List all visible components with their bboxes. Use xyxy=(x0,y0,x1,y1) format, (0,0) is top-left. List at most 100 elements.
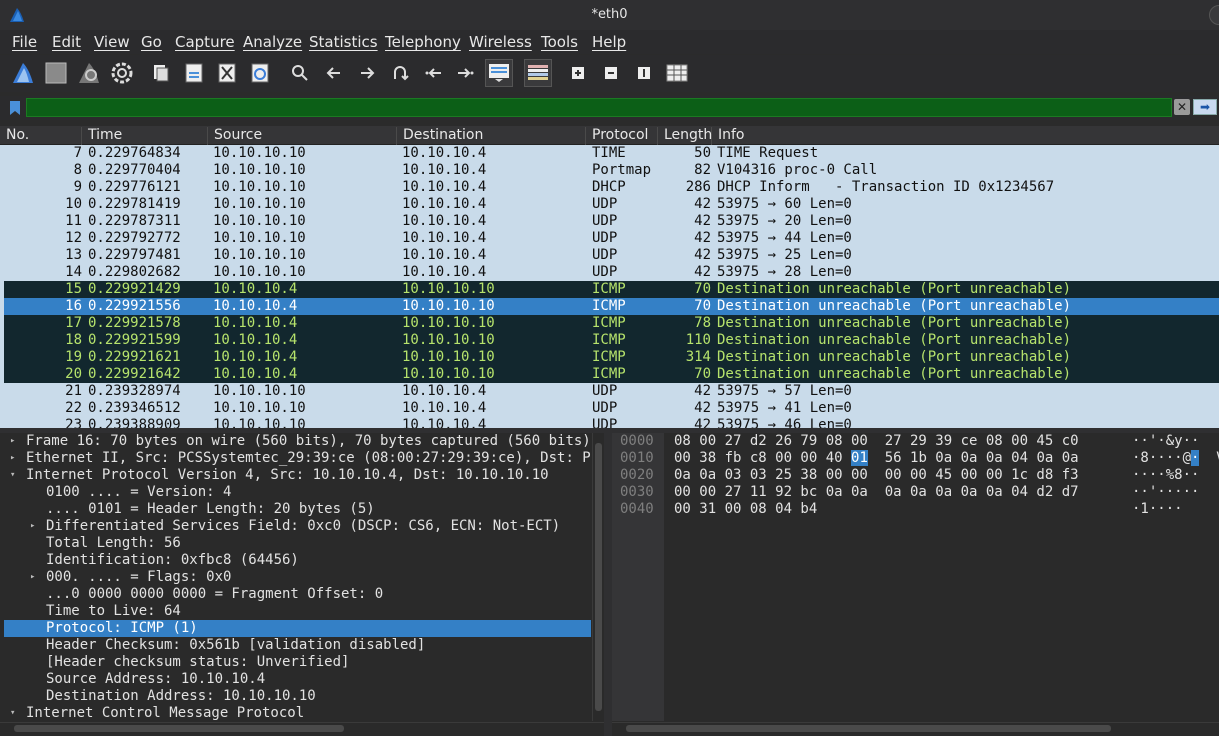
detail-tree-item[interactable]: Destination Address: 10.10.10.10 xyxy=(4,688,591,705)
expanded-arrow-icon[interactable]: ▾ xyxy=(10,705,15,721)
menu-telephony[interactable]: Telephony xyxy=(385,33,461,51)
menu-go[interactable]: Go xyxy=(141,33,162,51)
detail-tree-item[interactable]: Time to Live: 64 xyxy=(4,603,591,620)
packet-row[interactable]: 19 0.229921621 10.10.10.4 10.10.10.10 ICMP 31… xyxy=(4,349,1219,366)
packet-row[interactable]: 13 0.229797481 10.10.10.10 10.10.10.4 UDP 42 5… xyxy=(4,247,1219,264)
packet-row[interactable]: 23 0.239388909 10.10.10.10 10.10.10.4 UDP 42 5… xyxy=(4,417,1219,428)
clear-filter-button[interactable]: ✕ xyxy=(1174,99,1190,115)
menu-wireless[interactable]: Wireless xyxy=(469,33,532,51)
packet-row[interactable]: 11 0.229787311 10.10.10.10 10.10.10.4 UDP 42 5… xyxy=(4,213,1219,230)
hex-bytes-row[interactable]: 00 31 00 08 04 b4 xyxy=(674,501,817,518)
column-header-info[interactable]: Info xyxy=(712,127,1219,145)
hex-bytes-row[interactable]: 0a 0a 03 03 25 38 00 00 00 00 45 00 00 1… xyxy=(674,467,1079,484)
go-to-packet-icon[interactable] xyxy=(386,59,414,87)
menu-help[interactable]: Help xyxy=(592,33,626,51)
packet-row[interactable]: 8 0.229770404 10.10.10.10 10.10.10.4 Portmap… xyxy=(4,162,1219,179)
display-filter-input[interactable] xyxy=(26,98,1172,117)
detail-tree-item[interactable]: ▸ Differentiated Services Field: 0xc0 (DS… xyxy=(4,518,591,535)
ascii-bytes-row[interactable]: ·8····@· V······· xyxy=(1132,450,1219,467)
packet-row[interactable]: 9 0.229776121 10.10.10.10 10.10.10.4 DHCP 286… xyxy=(4,179,1219,196)
packet-row[interactable]: 20 0.229921642 10.10.10.4 10.10.10.10 ICMP 70… xyxy=(4,366,1219,383)
details-horizontal-scroll-thumb[interactable] xyxy=(14,725,344,732)
bytes-horizontal-scrollbar[interactable] xyxy=(612,722,1219,734)
go-forward-icon[interactable] xyxy=(353,59,381,87)
column-header-time[interactable]: Time xyxy=(82,127,208,145)
packet-row[interactable]: 21 0.239328974 10.10.10.10 10.10.10.4 UDP 42 5… xyxy=(4,383,1219,400)
column-header-no[interactable]: No. xyxy=(0,127,82,145)
detail-tree-item[interactable]: Source Address: 10.10.10.4 xyxy=(4,671,591,688)
vertical-splitter[interactable] xyxy=(604,433,612,736)
packet-row[interactable]: 17 0.229921578 10.10.10.4 10.10.10.10 ICMP 78… xyxy=(4,315,1219,332)
stop-capture-icon[interactable] xyxy=(42,59,70,87)
detail-tree-item[interactable]: Total Length: 56 xyxy=(4,535,591,552)
capture-options-icon[interactable] xyxy=(108,59,136,87)
go-back-icon[interactable] xyxy=(320,59,348,87)
menu-analyze[interactable]: Analyze xyxy=(243,33,302,51)
ascii-bytes-row[interactable]: ··'····· ········ xyxy=(1132,484,1219,501)
start-capture-icon[interactable] xyxy=(9,59,37,87)
open-file-icon[interactable] xyxy=(147,59,175,87)
bookmark-icon[interactable] xyxy=(8,100,22,116)
detail-tree-item[interactable]: .... 0101 = Header Length: 20 bytes (5) xyxy=(4,501,591,518)
collapsed-arrow-icon[interactable]: ▸ xyxy=(30,518,35,535)
menu-file[interactable]: File xyxy=(12,33,37,51)
packet-row[interactable]: 12 0.229792772 10.10.10.10 10.10.10.4 UDP 42 5… xyxy=(4,230,1219,247)
menu-view[interactable]: View xyxy=(94,33,130,51)
detail-tree-item[interactable]: Header Checksum: 0x561b [validation disa… xyxy=(4,637,591,654)
packet-row[interactable]: 22 0.239346512 10.10.10.10 10.10.10.4 UDP 42 5… xyxy=(4,400,1219,417)
hex-bytes-row[interactable]: 08 00 27 d2 26 79 08 00 27 29 39 ce 08 0… xyxy=(674,433,1079,450)
last-packet-icon[interactable] xyxy=(452,59,480,87)
collapsed-arrow-icon[interactable]: ▸ xyxy=(30,569,35,586)
window-control-button[interactable] xyxy=(1209,5,1219,25)
menu-edit[interactable]: Edit xyxy=(52,33,81,51)
hex-bytes-row[interactable]: 00 00 27 11 92 bc 0a 0a 0a 0a 0a 0a 0a 0… xyxy=(674,484,1079,501)
restart-capture-icon[interactable] xyxy=(75,59,103,87)
detail-tree-item[interactable]: 0100 .... = Version: 4 xyxy=(4,484,591,501)
packet-row[interactable]: 18 0.229921599 10.10.10.4 10.10.10.10 ICMP 11… xyxy=(4,332,1219,349)
zoom-out-icon[interactable] xyxy=(597,59,625,87)
detail-tree-item[interactable]: ▸ Ethernet II, Src: PCSSystemtec_29:39:ce… xyxy=(4,450,591,467)
packet-row[interactable]: 16 0.229921556 10.10.10.4 10.10.10.10 ICMP 70… xyxy=(4,298,1219,315)
hex-bytes-row[interactable]: 00 38 fb c8 00 00 40 01 56 1b 0a 0a 0a 0… xyxy=(674,450,1079,467)
detail-tree-item[interactable]: ▸ 000. .... = Flags: 0x0 xyxy=(4,569,591,586)
resize-columns-icon[interactable] xyxy=(663,59,691,87)
detail-tree-item[interactable]: ▸ Frame 16: 70 bytes on wire (560 bits), … xyxy=(4,433,591,450)
details-vertical-scrollbar[interactable] xyxy=(592,433,604,721)
find-packet-icon[interactable] xyxy=(286,59,314,87)
detail-tree-item[interactable]: [Header checksum status: Unverified] xyxy=(4,654,591,671)
reload-file-icon[interactable] xyxy=(246,59,274,87)
zoom-in-icon[interactable] xyxy=(564,59,592,87)
menu-statistics[interactable]: Statistics xyxy=(309,33,378,51)
save-file-icon[interactable] xyxy=(180,59,208,87)
packet-row[interactable]: 15 0.229921429 10.10.10.4 10.10.10.10 ICMP 70… xyxy=(4,281,1219,298)
column-header-protocol[interactable]: Protocol xyxy=(586,127,658,145)
detail-tree-item[interactable]: Identification: 0xfbc8 (64456) xyxy=(4,552,591,569)
collapsed-arrow-icon[interactable]: ▸ xyxy=(10,450,15,467)
ascii-bytes-row[interactable]: ··'·&y·· ')9···E· xyxy=(1132,433,1219,450)
detail-tree-item[interactable]: ...0 0000 0000 0000 = Fragment Offset: 0 xyxy=(4,586,591,603)
packet-row[interactable]: 10 0.229781419 10.10.10.10 10.10.10.4 UDP 42 5… xyxy=(4,196,1219,213)
packet-row[interactable]: 7 0.229764834 10.10.10.10 10.10.10.4 TIME 50 T… xyxy=(4,145,1219,162)
column-header-length[interactable]: Length xyxy=(658,127,712,145)
details-horizontal-scrollbar[interactable] xyxy=(0,722,604,734)
bytes-horizontal-scroll-thumb[interactable] xyxy=(626,725,1111,732)
collapsed-arrow-icon[interactable]: ▸ xyxy=(10,433,15,450)
detail-tree-item[interactable]: ▾ Internet Control Message Protocol xyxy=(4,705,591,721)
autoscroll-icon[interactable] xyxy=(485,59,513,87)
apply-filter-button[interactable]: ➡ xyxy=(1193,99,1217,115)
ascii-bytes-row[interactable]: ·1···· xyxy=(1132,501,1183,518)
normal-size-icon[interactable] xyxy=(630,59,658,87)
expanded-arrow-icon[interactable]: ▾ xyxy=(10,467,15,484)
detail-tree-item[interactable]: Protocol: ICMP (1) xyxy=(4,620,591,637)
menu-tools[interactable]: Tools xyxy=(541,33,578,51)
column-header-destination[interactable]: Destination xyxy=(397,127,586,145)
ascii-bytes-row[interactable]: ····%8·· ··E····· xyxy=(1132,467,1219,484)
column-header-source[interactable]: Source xyxy=(208,127,397,145)
detail-tree-item[interactable]: ▾ Internet Protocol Version 4, Src: 10.10… xyxy=(4,467,591,484)
packet-row[interactable]: 14 0.229802682 10.10.10.10 10.10.10.4 UDP 42 5… xyxy=(4,264,1219,281)
close-file-icon[interactable] xyxy=(213,59,241,87)
details-vertical-scroll-thumb[interactable] xyxy=(595,443,602,711)
colorize-icon[interactable] xyxy=(524,59,552,87)
menu-capture[interactable]: Capture xyxy=(175,33,235,51)
first-packet-icon[interactable] xyxy=(419,59,447,87)
